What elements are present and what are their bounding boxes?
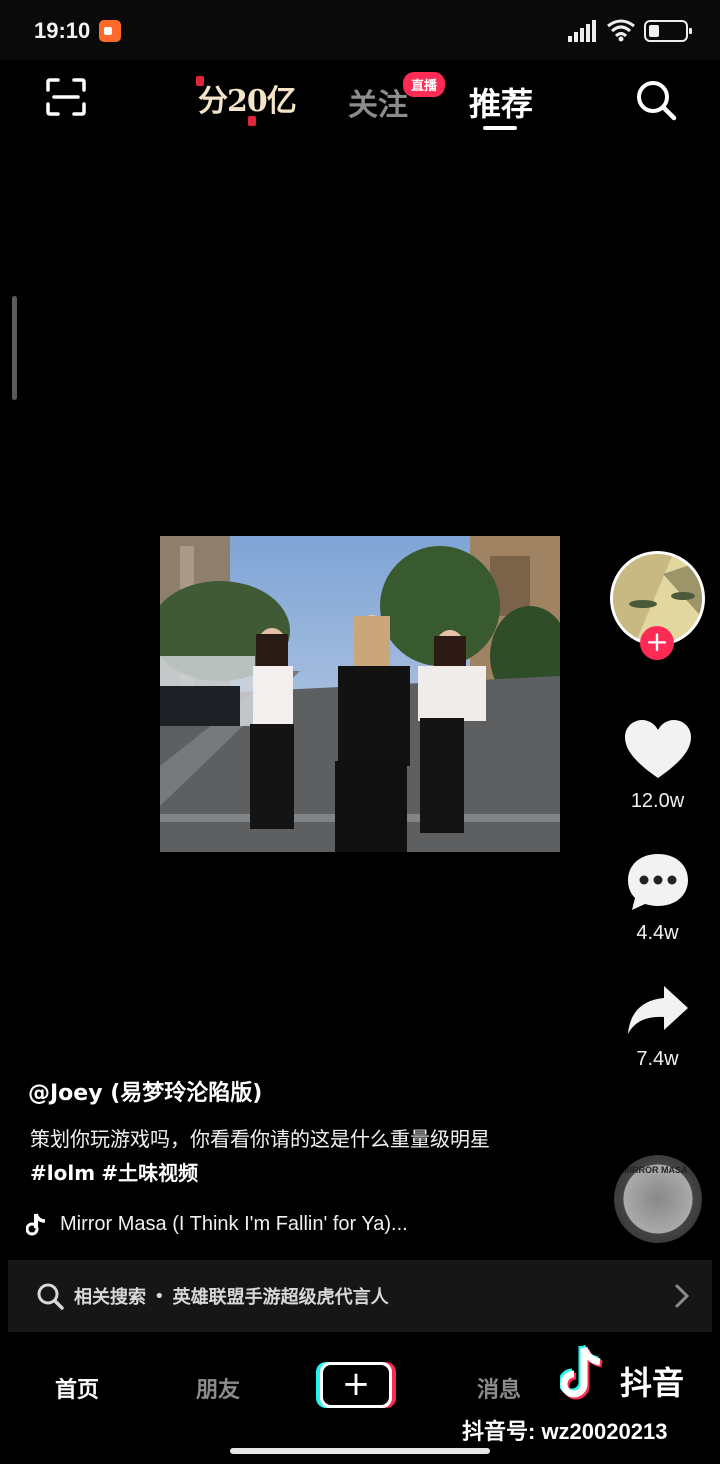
- related-search-bar[interactable]: 相关搜索 • 英雄联盟手游超级虎代言人: [8, 1260, 712, 1332]
- like-button[interactable]: 12.0w: [610, 720, 705, 813]
- comment-icon: [627, 854, 688, 910]
- home-indicator[interactable]: [230, 1448, 490, 1454]
- video-player[interactable]: [160, 536, 560, 852]
- music-note-icon: [26, 1213, 46, 1236]
- screen-record-icon: [99, 20, 121, 42]
- search-icon: [37, 1283, 64, 1310]
- disc-label: MIRROR MASA: [622, 1165, 688, 1175]
- battery-icon: [644, 20, 692, 42]
- promo-decoration: [196, 76, 204, 86]
- music-title: Mirror Masa (I Think I'm Fallin' for Ya)…: [60, 1212, 408, 1235]
- promo-text: 分20亿: [198, 84, 297, 119]
- like-count: 12.0w: [630, 790, 685, 812]
- author-name[interactable]: @Joey (易梦玲沦陷版): [28, 1075, 262, 1107]
- tab-follow[interactable]: 关注: [348, 80, 408, 124]
- live-badge: 直播: [403, 72, 446, 97]
- related-search-label: 相关搜索: [74, 1287, 146, 1308]
- music-disc[interactable]: MIRROR MASA: [614, 1155, 702, 1243]
- hashtag[interactable]: #lolm: [30, 1161, 95, 1185]
- share-icon: [627, 986, 688, 1034]
- scroll-indicator: [12, 296, 17, 400]
- create-button-inner: +: [323, 1365, 389, 1405]
- status-time: 19:10: [34, 18, 91, 43]
- share-button[interactable]: 7.4w: [610, 982, 705, 1071]
- create-button[interactable]: +: [320, 1362, 392, 1408]
- watermark-id: 抖音号: wz20020213: [462, 1419, 668, 1444]
- signal-icon: [568, 20, 598, 42]
- separator: •: [154, 1285, 165, 1307]
- comment-button[interactable]: 4.4w: [610, 852, 705, 945]
- heart-icon: [624, 720, 691, 778]
- nav-home[interactable]: 首页: [55, 1372, 99, 1404]
- hashtag[interactable]: #土味视频: [101, 1161, 198, 1185]
- share-count: 7.4w: [636, 1048, 679, 1070]
- top-nav: 分20亿 关注 直播 推荐: [0, 60, 720, 140]
- caption-text: 策划你玩游戏吗，你看看你请的这是什么重量级明星: [30, 1127, 490, 1151]
- related-search-query: 英雄联盟手游超级虎代言人: [172, 1287, 389, 1308]
- douyin-logo-icon: [560, 1344, 603, 1400]
- search-icon[interactable]: [634, 78, 678, 122]
- music-info[interactable]: Mirror Masa (I Think I'm Fallin' for Ya)…: [26, 1212, 408, 1236]
- video-thumbnail: [160, 536, 560, 852]
- promo-badge[interactable]: 分20亿: [196, 74, 297, 126]
- scan-icon[interactable]: [46, 78, 86, 116]
- watermark-brand: 抖音: [620, 1364, 685, 1402]
- chevron-right-icon: [675, 1284, 690, 1308]
- follow-plus-button[interactable]: +: [640, 626, 674, 660]
- wifi-icon: [607, 19, 635, 42]
- nav-friends[interactable]: 朋友: [196, 1372, 240, 1404]
- promo-decoration: [248, 116, 256, 126]
- plus-icon: +: [341, 1364, 371, 1404]
- status-bar: 19:10: [0, 0, 720, 60]
- tab-recommend[interactable]: 推荐: [469, 79, 533, 125]
- comment-count: 4.4w: [636, 922, 679, 944]
- nav-messages[interactable]: 消息: [477, 1372, 521, 1404]
- active-tab-indicator: [483, 126, 517, 130]
- video-caption: 策划你玩游戏吗，你看看你请的这是什么重量级明星 #lolm #土味视频: [30, 1122, 550, 1190]
